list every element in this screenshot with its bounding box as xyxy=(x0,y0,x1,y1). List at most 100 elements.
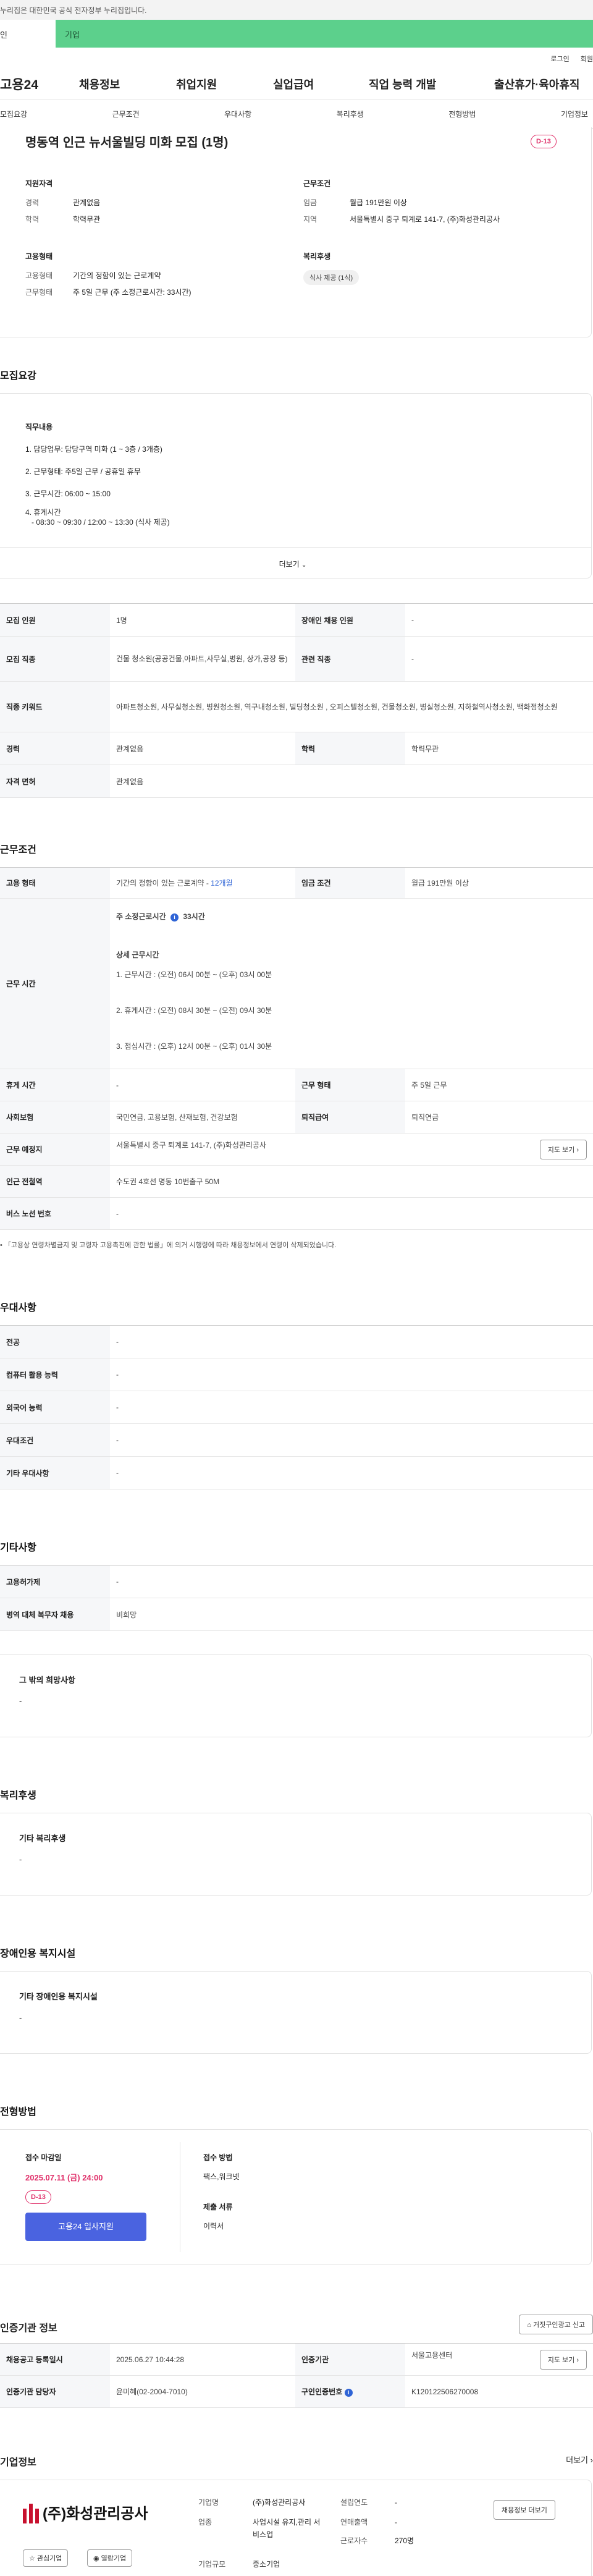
info-icon[interactable]: i xyxy=(344,2389,353,2397)
table-header: 모집 직종 xyxy=(0,636,110,682)
work-place-value: 서울특별시 중구 퇴계로 141-7, (주)화성관리공사 xyxy=(116,1140,267,1150)
job-description: 직무내용 1. 담당업무: 담당구역 미화 (1 ~ 3층 / 3개층) 2. … xyxy=(25,418,396,527)
table-cell: 주 5일 근무 xyxy=(405,1069,593,1101)
house-icon: ⌂ xyxy=(527,2321,531,2329)
table-header: 컴퓨터 활용 능력 xyxy=(0,1358,110,1391)
tab-personal[interactable]: 인 xyxy=(0,20,56,48)
cert-map-button[interactable]: 지도 보기 › xyxy=(539,2349,587,2370)
tab-company[interactable]: 기업 xyxy=(56,20,593,48)
table-header: 인증기관 xyxy=(295,2343,405,2376)
job-line: - 08:30 ~ 09:30 / 12:00 ~ 13:30 (식사 제공) xyxy=(25,518,170,527)
table-header: 자격 면허 xyxy=(0,765,110,798)
table-header: 사회보험 xyxy=(0,1101,110,1133)
detail-hours-label: 상세 근무시간 xyxy=(116,951,159,959)
visited-company-button[interactable]: ◉ 열람기업 xyxy=(87,2549,133,2567)
table-row: 컴퓨터 활용 능력 - xyxy=(0,1358,593,1391)
gnb-item-parental-leave[interactable]: 출산휴가·육아휴직 xyxy=(494,76,579,92)
table-cell: 국민연금, 고용보험, 산재보험, 건강보험 xyxy=(110,1101,295,1133)
education-key: 학력 xyxy=(25,215,40,224)
worktype-value: 주 5일 근무 (주 소정근로시간: 33시간) xyxy=(73,288,191,297)
company-more-link[interactable]: 더보기 › xyxy=(566,2454,593,2465)
location-key: 지역 xyxy=(303,215,318,224)
login-link[interactable]: 로그인 xyxy=(550,54,569,64)
join-link[interactable]: 회원 xyxy=(581,54,593,64)
section-nav-welfare[interactable]: 복리후생 xyxy=(337,109,364,119)
table-row: 근무 시간 주 소정근로시간 i 33시간 상세 근무시간 1. 근무시간 : … xyxy=(0,898,593,1069)
gov-banner-text: 누리집은 대한민국 공식 전자정부 누리집입니다. xyxy=(0,6,147,15)
condition-label: 근무조건 xyxy=(303,179,331,188)
utility-bar: 로그인 회원 xyxy=(0,48,593,69)
table-row: 사회보험 국민연금, 고용보험, 산재보험, 건강보험 퇴직급여 퇴직연금 xyxy=(0,1101,593,1133)
table-row: 채용공고 등록일시 2025.06.27 10:44:28 인증기관 서울고용센… xyxy=(0,2343,593,2376)
table-header: 직종 키워드 xyxy=(0,681,110,732)
apply-button[interactable]: 고용24 입사지원 xyxy=(25,2213,146,2241)
info-icon[interactable]: i xyxy=(170,913,179,922)
job-line: 2. 근무형태: 주5일 근무 / 공휴일 휴무 xyxy=(25,467,141,476)
revenue-value: - xyxy=(395,2518,397,2527)
section-nav-preferences[interactable]: 우대사항 xyxy=(224,109,251,119)
table-cell: 퇴직연금 xyxy=(405,1101,593,1133)
section-nav-recruit[interactable]: 모집요강 xyxy=(0,109,27,119)
qualification-label: 지원자격 xyxy=(25,179,53,188)
deadline-label: 접수 마감일 xyxy=(25,2153,62,2162)
employment-label: 고용형태 xyxy=(25,252,53,261)
table-header: 근무 시간 xyxy=(0,898,110,1069)
recruit-table: 모집 인원 1명 장애인 채용 인원 - 모집 직종 건물 청소원(공공건물,아… xyxy=(0,603,593,798)
table-header: 임금 조건 xyxy=(295,867,405,899)
table-cell: - xyxy=(110,1565,593,1598)
gnb-item-employment-support[interactable]: 취업지원 xyxy=(176,76,217,92)
welfare-section-title: 복리후생 xyxy=(0,1790,36,1801)
employment-key: 고용형태 xyxy=(25,271,53,280)
chevron-right-icon: › xyxy=(576,2356,579,2364)
table-row: 모집 직종 건물 청소원(공공건물,아파트,사무실,병원, 상가,공장 등) 관… xyxy=(0,636,593,682)
map-button[interactable]: 지도 보기 › xyxy=(539,1139,587,1159)
table-row: 경력 관계없음 학력 학력무관 xyxy=(0,732,593,765)
table-cell: - xyxy=(405,636,593,682)
table-cell: 서울특별시 중구 퇴계로 141-7, (주)화성관리공사 지도 보기 › xyxy=(110,1133,593,1166)
table-cell: 기간의 정함이 있는 근로계약 - 12개월 xyxy=(110,867,295,899)
table-row: 고용허가제 - xyxy=(0,1565,593,1598)
pref-table: 전공 - 컴퓨터 활용 능력 - 외국어 능력 - 우대조건 - 기타 우대사항 - xyxy=(0,1325,593,1489)
table-header: 근무 예정지 xyxy=(0,1133,110,1166)
more-label: 더보기 xyxy=(279,560,300,569)
welfare-label: 기타 복리후생 xyxy=(19,1834,66,1843)
education-value: 학력무관 xyxy=(73,215,101,224)
company-size-value: 중소기업 xyxy=(253,2560,280,2569)
table-cell: - xyxy=(110,1456,593,1489)
table-header: 고용 형태 xyxy=(0,867,110,899)
table-cell: K120122506270008 xyxy=(405,2375,593,2408)
method-label: 접수 방법 xyxy=(203,2153,233,2162)
disabled-facility-label: 기타 장애인용 복지시설 xyxy=(19,1992,98,2001)
table-header: 관련 직종 xyxy=(295,636,405,682)
disabled-facility-box: 기타 장애인용 복지시설 - xyxy=(0,1971,592,2054)
section-nav-company[interactable]: 기업정보 xyxy=(561,109,588,119)
table-row: 직종 키워드 아파트청소원, 사무실청소원, 병원청소원, 역구내청소원, 빌딩… xyxy=(0,681,593,732)
section-nav-conditions[interactable]: 근무조건 xyxy=(112,109,140,119)
dday-badge: D-13 xyxy=(531,135,557,148)
star-icon: ☆ xyxy=(29,2555,35,2562)
chevron-down-icon: ⌄ xyxy=(301,562,307,569)
weekly-hours-value: 33시간 xyxy=(183,912,205,921)
site-logo[interactable]: 고용24 xyxy=(0,75,74,93)
employment-value: 기간의 정함이 있는 근로계약 xyxy=(73,271,161,280)
table-cell: - xyxy=(110,1325,593,1358)
etc-table: 고용허가제 - 병역 대체 복무자 채용 비희망 xyxy=(0,1565,593,1631)
cert-org-value: 서울고용센터 xyxy=(411,2350,453,2360)
false-ad-report-button[interactable]: ⌂ 거짓구인광고 신고 xyxy=(519,2315,593,2334)
map-button-label: 지도 보기 xyxy=(547,1146,575,1154)
welfare-summary-label: 복리후생 xyxy=(303,252,331,261)
table-header: 근무 형태 xyxy=(295,1069,405,1101)
gnb-item-jobs[interactable]: 채용정보 xyxy=(79,76,120,92)
company-jobs-button[interactable]: 채용정보 더보기 xyxy=(494,2500,555,2520)
gnb-item-vocational-training[interactable]: 직업 능력 개발 xyxy=(369,76,436,92)
job-description-label: 직무내용 xyxy=(25,423,53,431)
gnb-item-unemployment-benefit[interactable]: 실업급여 xyxy=(273,76,314,92)
table-header: 기타 우대사항 xyxy=(0,1456,110,1489)
table-row: 자격 면허 관계없음 xyxy=(0,765,593,798)
interest-company-button[interactable]: ☆ 관심기업 xyxy=(23,2549,69,2567)
founded-key: 설립연도 xyxy=(340,2498,368,2507)
table-cell: 서울고용센터 지도 보기 › xyxy=(405,2343,593,2376)
more-button[interactable]: 더보기 ⌄ xyxy=(0,547,591,579)
section-nav-selection[interactable]: 전형방법 xyxy=(448,109,476,119)
wage-key: 임금 xyxy=(303,198,318,207)
